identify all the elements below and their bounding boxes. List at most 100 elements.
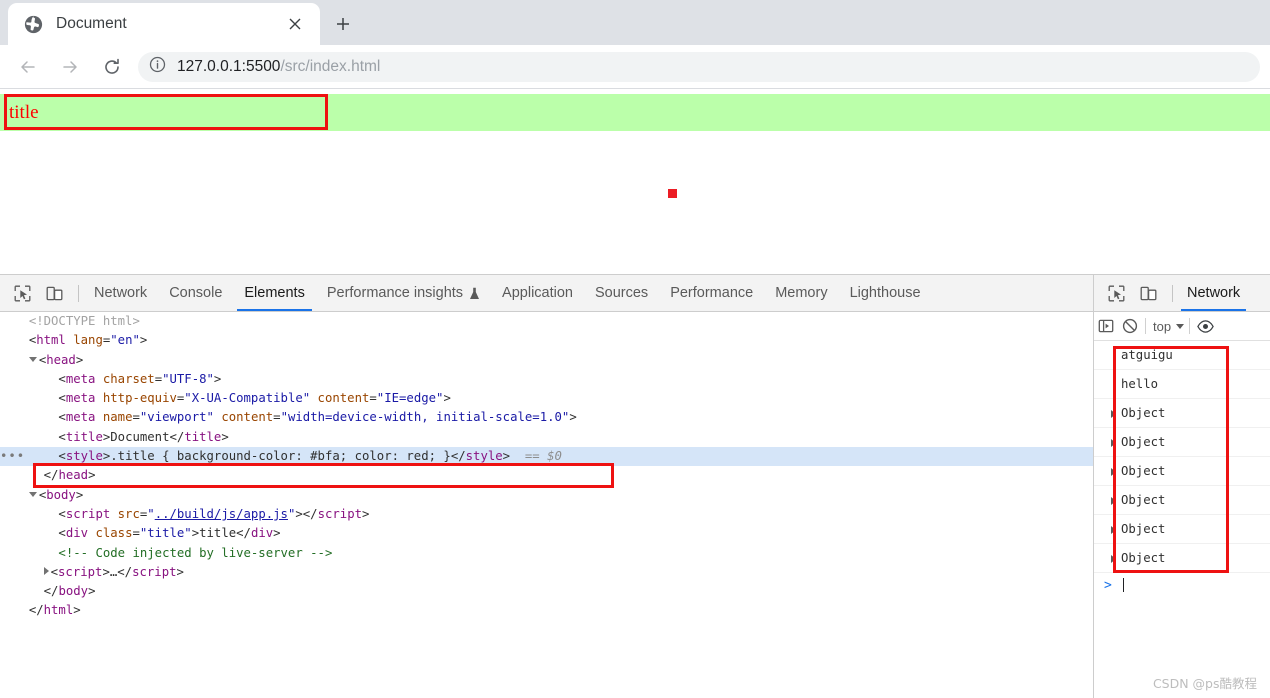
code-token: </ [43,584,59,599]
reload-icon [105,58,119,74]
elements-tree[interactable]: <!DOCTYPE html> <html lang="en"> <head> … [0,312,1093,698]
address-bar[interactable]: 127.0.0.1:5500/src/index.html [138,51,1260,82]
console-prompt[interactable]: > [1094,573,1270,597]
expand-triangle-icon[interactable] [1111,468,1116,476]
code-token: style [65,449,103,464]
console-log-row[interactable]: atguigu [1094,341,1270,370]
dom-node-row[interactable]: <body> [0,486,1093,505]
dom-node-row[interactable]: <head> [0,351,1093,370]
tab-performance[interactable]: Performance [659,275,764,311]
collapse-triangle-icon[interactable] [28,356,37,362]
expand-triangle-icon[interactable] [43,566,49,575]
dom-node-row[interactable]: <!-- Code injected by live-server --> [0,544,1093,563]
console-pane: Network top atguigu hello Object Object … [1093,275,1270,698]
expand-triangle-icon[interactable] [1111,439,1116,447]
dom-node-row[interactable]: <script>…</script> [0,563,1093,582]
close-icon[interactable] [282,11,308,37]
console-log-row[interactable]: Object [1094,457,1270,486]
code-token: charset [95,371,155,386]
code-token: > [102,564,110,579]
live-expression-eye-icon[interactable] [1193,314,1217,338]
console-log-row[interactable]: Object [1094,515,1270,544]
console-log-row[interactable]: Object [1094,399,1270,428]
code-token: body [46,487,76,502]
new-tab-button[interactable] [328,9,358,39]
console-log-list[interactable]: atguigu hello Object Object Object Object Obje… [1094,341,1270,698]
dom-node-row[interactable]: <title>Document</title> [0,428,1093,447]
console-toolbar-divider [1145,318,1146,334]
code-token: "X-UA-Compatible" [184,391,311,406]
tab-elements[interactable]: Elements [233,275,315,311]
tab-network[interactable]: Network [83,275,158,311]
back-button[interactable] [13,52,43,82]
tab-network-right[interactable]: Network [1177,275,1250,311]
device-toolbar-icon-right[interactable] [1135,280,1161,306]
tab-performance-insights[interactable]: Performance insights [316,275,491,311]
device-toolbar-icon[interactable] [41,280,67,306]
code-token: < [58,526,66,541]
code-token: == $0 [510,449,562,464]
code-token: body [58,584,89,599]
expand-triangle-icon[interactable] [1111,555,1116,563]
inspect-element-icon[interactable] [9,280,35,306]
dom-node-row[interactable]: <meta charset="UTF-8"> [0,370,1093,389]
browser-toolbar: 127.0.0.1:5500/src/index.html [0,45,1270,89]
dom-node-row[interactable]: <!DOCTYPE html> [0,312,1093,331]
clear-console-icon[interactable] [1118,314,1142,338]
console-context-selector[interactable]: top [1153,319,1185,334]
code-token: meta [65,391,96,406]
console-sidebar-icon[interactable] [1094,314,1118,338]
tab-sources[interactable]: Sources [584,275,659,311]
info-circle-icon[interactable] [149,56,166,78]
tab-label: Performance [670,285,754,301]
console-log-row[interactable]: Object [1094,544,1270,573]
code-token: < [58,371,66,386]
code-token: </ [117,564,133,579]
forward-button[interactable] [55,52,85,82]
collapse-triangle-icon[interactable] [28,491,37,497]
expand-triangle-icon[interactable] [1111,526,1116,534]
code-token: > [88,468,96,483]
code-token: title [65,429,103,444]
code-token: = [132,526,140,541]
dom-node-row[interactable]: </body> [0,582,1093,601]
dom-node-row[interactable]: </head> [0,466,1093,485]
browser-tab-document[interactable]: Document [8,3,320,45]
browser-window: Document 127.0.0.1:5500/src/index.html t… [0,0,1270,698]
reload-button[interactable] [97,52,127,82]
code-token: </ [28,603,44,618]
dom-node-row[interactable]: <html lang="en"> [0,331,1093,350]
dom-node-row[interactable]: <script src="../build/js/app.js"></scrip… [0,505,1093,524]
dom-node-row[interactable]: <meta http-equiv = "X-UA-Compatible" conte… [0,389,1093,408]
dom-node-row[interactable]: <div class="title">title</div> [0,524,1093,543]
expand-triangle-icon[interactable] [1111,497,1116,505]
tab-application[interactable]: Application [491,275,584,311]
console-log-text: Object [1121,493,1166,507]
node-badge-icon[interactable]: ••• [0,447,24,466]
tab-memory[interactable]: Memory [764,275,838,311]
prompt-chevron-icon: > [1104,577,1112,593]
inspect-element-icon-right[interactable] [1103,280,1129,306]
dom-node-row[interactable]: ••• <style>.title { background-color: #b… [0,447,1093,467]
tab-console[interactable]: Console [158,275,233,311]
console-log-row[interactable]: Object [1094,428,1270,457]
code-token: > [139,333,148,348]
dom-node-row[interactable]: </html> [0,601,1093,620]
console-toolbar-divider-2 [1189,318,1191,334]
console-log-row[interactable]: hello [1094,370,1270,399]
code-token: class [88,526,133,541]
expand-triangle-icon[interactable] [1111,410,1116,418]
code-token: </ [302,506,318,521]
dom-node-row[interactable]: <meta name="viewport" content="width=dev… [0,408,1093,427]
address-bar-text: 127.0.0.1:5500/src/index.html [177,58,380,76]
code-token: < [58,391,66,406]
chevron-down-icon [1176,323,1185,329]
console-log-row[interactable]: Object [1094,486,1270,515]
tab-label: Console [169,285,223,301]
tab-lighthouse[interactable]: Lighthouse [839,275,932,311]
